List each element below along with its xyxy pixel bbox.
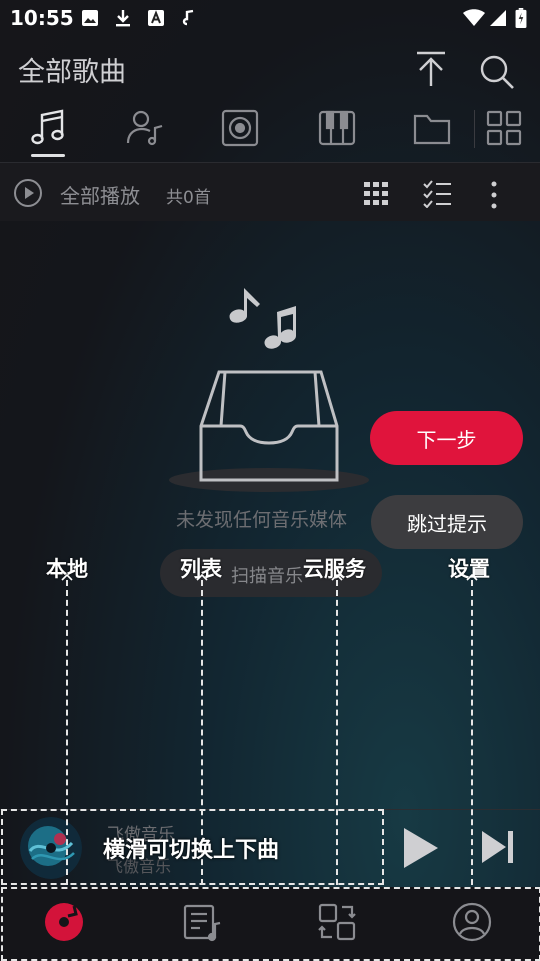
signal-icon: [490, 10, 506, 26]
tab-folders[interactable]: [412, 108, 452, 148]
tab-genres[interactable]: [317, 108, 357, 148]
tab-songs[interactable]: [28, 108, 68, 148]
status-bar: 10:55: [0, 0, 540, 36]
album-icon: [221, 109, 259, 147]
empty-message: 未发现任何音乐媒体: [176, 509, 348, 531]
bottom-nav-highlight: [1, 887, 540, 961]
tab-divider: [474, 110, 475, 148]
guide-skip-button[interactable]: 跳过提示: [371, 495, 523, 549]
multi-select-icon[interactable]: [422, 180, 452, 208]
folder-icon: [413, 114, 451, 145]
play-button[interactable]: [400, 826, 442, 870]
guide-line-settings: [471, 580, 473, 885]
next-track-button[interactable]: [478, 828, 516, 866]
play-circle-icon[interactable]: [13, 178, 43, 208]
wifi-icon: [463, 9, 485, 26]
image-icon: [82, 10, 98, 26]
play-icon: [404, 828, 438, 868]
tab-more[interactable]: [484, 108, 524, 148]
music-note-icon: [31, 109, 64, 145]
page-title: 全部歌曲: [18, 57, 126, 88]
upload-icon[interactable]: [414, 50, 448, 88]
piano-icon: [318, 110, 356, 146]
tab-artists[interactable]: [125, 108, 165, 148]
skip-next-icon: [482, 831, 506, 863]
download-icon: [116, 10, 130, 27]
status-time: 10:55: [10, 6, 74, 30]
artist-icon: [126, 110, 163, 146]
grid-view-icon[interactable]: [364, 182, 388, 206]
notification-icon: [182, 9, 194, 26]
play-all-label[interactable]: 全部播放: [60, 180, 140, 209]
more-options-icon[interactable]: [489, 180, 499, 210]
scan-music-label[interactable]: 扫描音乐: [231, 562, 303, 588]
font-app-icon: [148, 10, 164, 26]
guide-next-button[interactable]: 下一步: [370, 411, 523, 465]
battery-icon: [515, 8, 527, 28]
grid-icon: [486, 110, 522, 146]
search-icon[interactable]: [479, 54, 515, 90]
swipe-hint-text: 横滑可切换上下曲: [103, 838, 280, 863]
tab-albums[interactable]: [220, 108, 260, 148]
empty-box-illustration: [169, 286, 369, 492]
song-count: 共0首: [166, 188, 211, 208]
active-tab-indicator: [31, 154, 65, 157]
